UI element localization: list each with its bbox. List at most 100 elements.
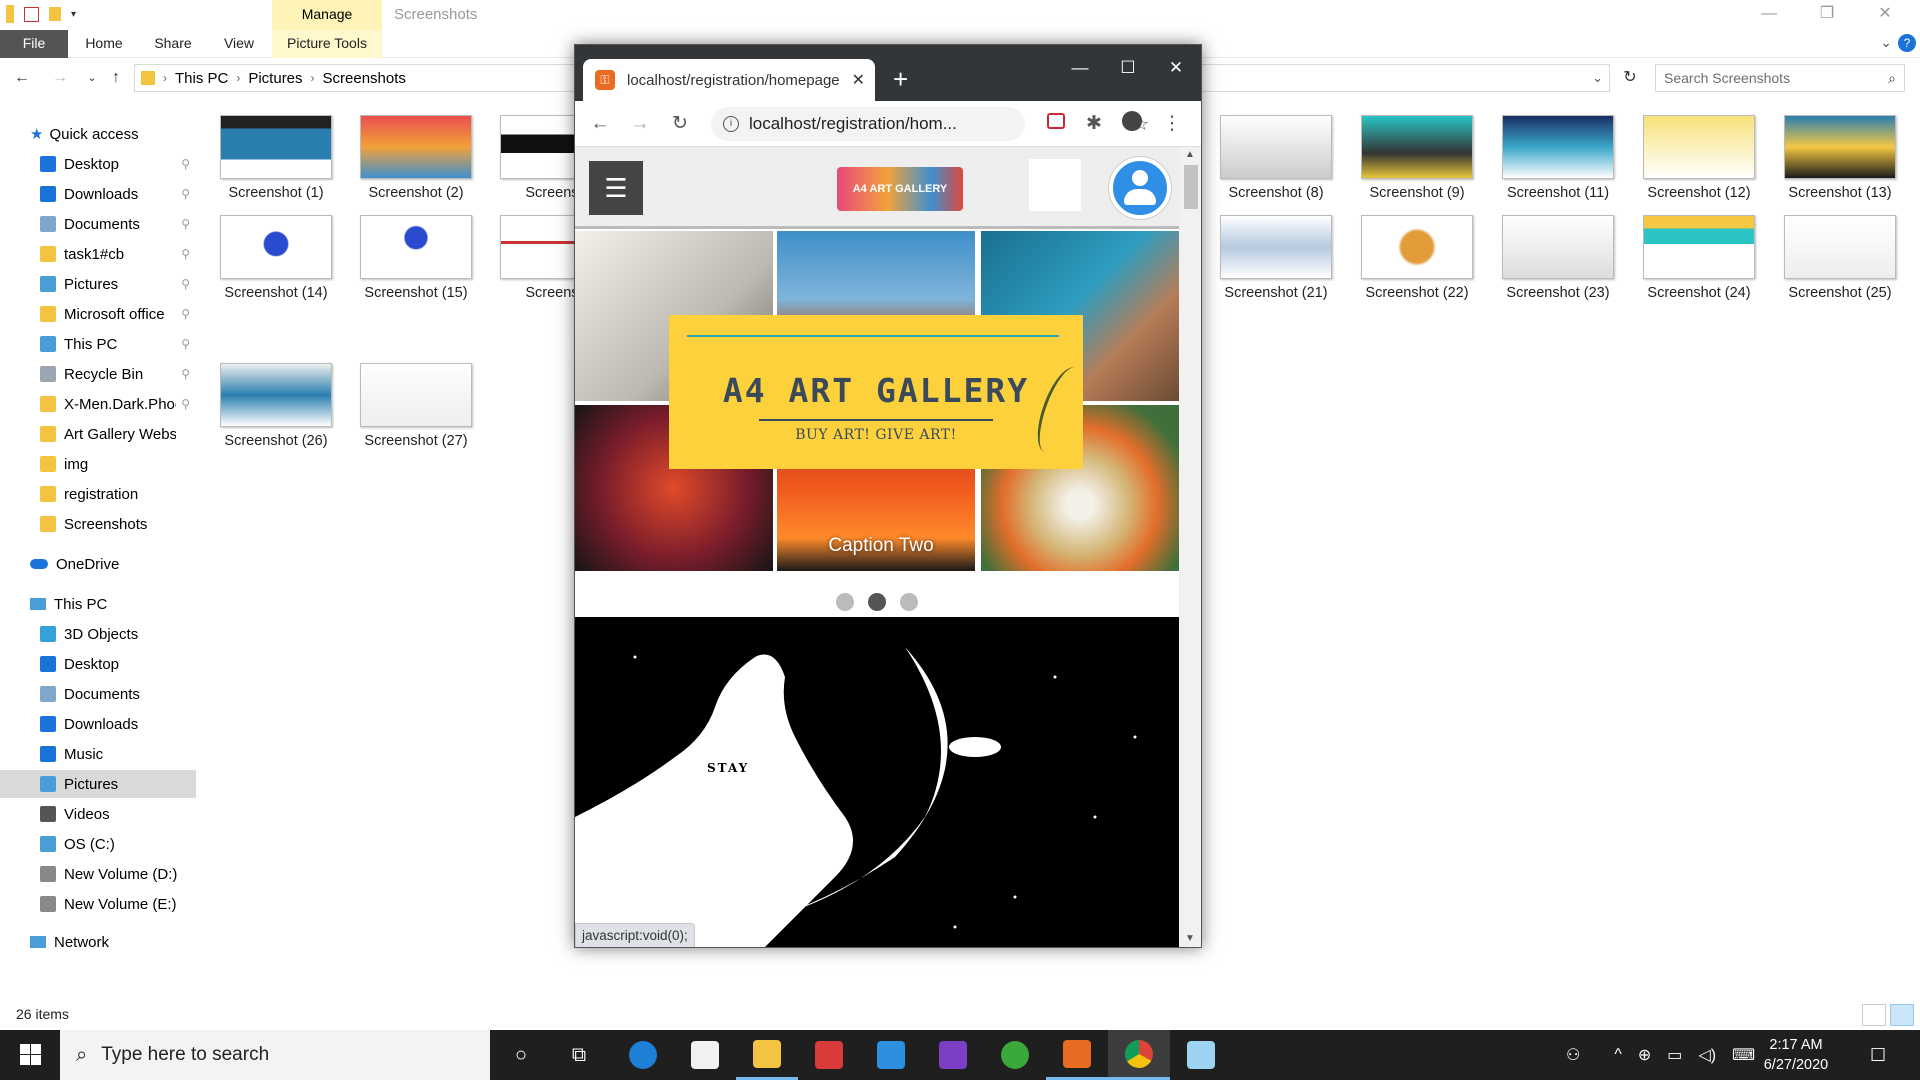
- start-button[interactable]: [0, 1030, 60, 1080]
- tab-share[interactable]: Share: [146, 30, 200, 58]
- mail-icon[interactable]: [860, 1030, 922, 1080]
- nav-quick-item[interactable]: registration: [40, 480, 196, 508]
- navbar-blank-box[interactable]: [1029, 159, 1081, 211]
- file-item[interactable]: Screenshot (8): [1210, 112, 1342, 210]
- pocket-extension-icon[interactable]: [1043, 111, 1069, 137]
- volume-icon[interactable]: ◁): [1698, 1045, 1716, 1065]
- chrome-maximize-button[interactable]: ☐: [1105, 53, 1151, 83]
- nav-network[interactable]: Network: [30, 928, 226, 956]
- recent-locations-button[interactable]: ⌄: [80, 66, 104, 90]
- customize-qat-icon[interactable]: ▾: [71, 9, 76, 20]
- help-icon[interactable]: ?: [1898, 34, 1916, 52]
- battery-icon[interactable]: ▭: [1667, 1045, 1682, 1065]
- chrome-menu-icon[interactable]: ⋮: [1159, 111, 1185, 137]
- tab-view[interactable]: View: [210, 30, 268, 58]
- up-button[interactable]: ↑: [104, 66, 128, 90]
- nav-pc-item[interactable]: New Volume (D:): [40, 860, 196, 888]
- tab-picture-tools[interactable]: Picture Tools: [272, 30, 382, 58]
- keyboard-icon[interactable]: ⌨: [1732, 1045, 1755, 1065]
- scroll-down-icon[interactable]: ▼: [1185, 933, 1195, 944]
- site-logo[interactable]: A4 ART GALLERY: [837, 167, 963, 211]
- file-item[interactable]: Screenshot (25): [1774, 212, 1906, 310]
- nav-onedrive[interactable]: OneDrive: [30, 550, 226, 578]
- breadcrumb-this-pc[interactable]: This PC: [175, 70, 228, 87]
- file-item[interactable]: Screenshot (23): [1492, 212, 1624, 310]
- file-item[interactable]: Screenshot (11): [1492, 112, 1624, 210]
- file-item[interactable]: Screenshot (12): [1633, 112, 1765, 210]
- nav-pc-item[interactable]: Downloads: [40, 710, 196, 738]
- nav-quick-item[interactable]: Microsoft office ⚲: [40, 300, 196, 328]
- chrome-close-button[interactable]: ✕: [1153, 53, 1199, 83]
- tab-file[interactable]: File: [0, 30, 68, 58]
- utorrent-icon[interactable]: [984, 1030, 1046, 1080]
- visual-studio-icon[interactable]: [922, 1030, 984, 1080]
- clock[interactable]: 2:17 AM 6/27/2020: [1756, 1035, 1836, 1075]
- nav-pc-item[interactable]: Pictures: [0, 770, 196, 798]
- store-icon[interactable]: [674, 1030, 736, 1080]
- nav-quick-item[interactable]: Screenshots: [40, 510, 196, 538]
- chrome-taskbar-icon[interactable]: [1108, 1030, 1170, 1080]
- file-item[interactable]: Screenshot (1): [210, 112, 342, 210]
- breadcrumb-pictures[interactable]: Pictures: [248, 70, 302, 87]
- large-icons-view-button[interactable]: [1890, 1004, 1914, 1026]
- people-icon[interactable]: ⚇: [1566, 1045, 1580, 1065]
- forward-button[interactable]: →: [48, 66, 72, 90]
- show-hidden-icons[interactable]: ^: [1614, 1046, 1622, 1064]
- close-tab-icon[interactable]: ✕: [852, 70, 865, 90]
- file-item[interactable]: Screenshot (2): [350, 112, 482, 210]
- edge-icon[interactable]: [612, 1030, 674, 1080]
- file-item[interactable]: Screenshot (14): [210, 212, 342, 310]
- extensions-puzzle-icon[interactable]: ✱: [1081, 111, 1107, 137]
- site-info-icon[interactable]: i: [723, 116, 739, 132]
- file-item[interactable]: Screenshot (24): [1633, 212, 1765, 310]
- nav-pc-item[interactable]: 3D Objects: [40, 620, 196, 648]
- scroll-up-icon[interactable]: ▲: [1185, 149, 1195, 160]
- back-button[interactable]: ←: [10, 66, 34, 90]
- globe-network-icon[interactable]: ⊕: [1638, 1045, 1651, 1065]
- omnibox[interactable]: i localhost/registration/hom... ☆: [711, 107, 1149, 141]
- nav-this-pc[interactable]: This PC: [30, 590, 226, 618]
- profile-icon[interactable]: [1119, 111, 1145, 137]
- nav-quick-item[interactable]: This PC ⚲: [40, 330, 196, 358]
- file-item[interactable]: Screenshot (26): [210, 360, 342, 458]
- details-view-button[interactable]: [1862, 1004, 1886, 1026]
- nav-quick-item[interactable]: Recycle Bin ⚲: [40, 360, 196, 388]
- refresh-button[interactable]: ↻: [1618, 66, 1642, 90]
- address-dropdown-icon[interactable]: ⌄: [1592, 70, 1603, 86]
- properties-icon[interactable]: [24, 6, 39, 22]
- nav-pc-item[interactable]: Videos: [40, 800, 196, 828]
- nav-pc-item[interactable]: Music: [40, 740, 196, 768]
- close-button[interactable]: ✕: [1856, 0, 1914, 30]
- nav-quick-item[interactable]: Desktop ⚲: [40, 150, 196, 178]
- nav-pc-item[interactable]: Desktop: [40, 650, 196, 678]
- new-folder-icon[interactable]: [49, 7, 61, 21]
- expand-ribbon-icon[interactable]: ⌄: [1880, 34, 1892, 51]
- nav-pc-item[interactable]: Documents: [40, 680, 196, 708]
- action-center-icon[interactable]: ☐: [1870, 1030, 1886, 1080]
- nav-quick-access[interactable]: ★ Quick access: [30, 120, 226, 148]
- xampp-icon[interactable]: [1046, 1030, 1108, 1080]
- file-item[interactable]: Screenshot (21): [1210, 212, 1342, 310]
- file-item[interactable]: Screenshot (15): [350, 212, 482, 310]
- chrome-minimize-button[interactable]: —: [1057, 53, 1103, 83]
- task-view-icon[interactable]: ⧉: [548, 1030, 610, 1080]
- scrollbar-thumb[interactable]: [1184, 165, 1198, 209]
- nav-quick-item[interactable]: Documents ⚲: [40, 210, 196, 238]
- back-button[interactable]: ←: [587, 111, 613, 137]
- browser-tab[interactable]: ⚿ localhost/registration/homepage ✕: [583, 59, 875, 101]
- taskbar-search-box[interactable]: ⌕ Type here to search: [60, 1030, 490, 1080]
- nav-quick-item[interactable]: X-Men.Dark.Phoe ⚲: [40, 390, 196, 418]
- file-explorer-icon[interactable]: [736, 1030, 798, 1080]
- folder-icon[interactable]: [6, 5, 14, 23]
- image-carousel[interactable]: A4 ART GALLERY BUY ART! GIVE ART! Captio…: [575, 231, 1179, 571]
- carousel-indicator-2[interactable]: [868, 593, 886, 611]
- page-scrollbar[interactable]: ▲ ▼: [1179, 147, 1201, 947]
- carousel-indicator-3[interactable]: [900, 593, 919, 611]
- nav-quick-item[interactable]: Downloads ⚲: [40, 180, 196, 208]
- nav-quick-item[interactable]: Art Gallery Website: [40, 420, 196, 448]
- minimize-button[interactable]: —: [1740, 0, 1798, 30]
- notepad-icon[interactable]: [1170, 1030, 1232, 1080]
- nav-quick-item[interactable]: task1#cb ⚲: [40, 240, 196, 268]
- nav-pc-item[interactable]: New Volume (E:): [40, 890, 196, 918]
- carousel-indicator-1[interactable]: [835, 593, 854, 611]
